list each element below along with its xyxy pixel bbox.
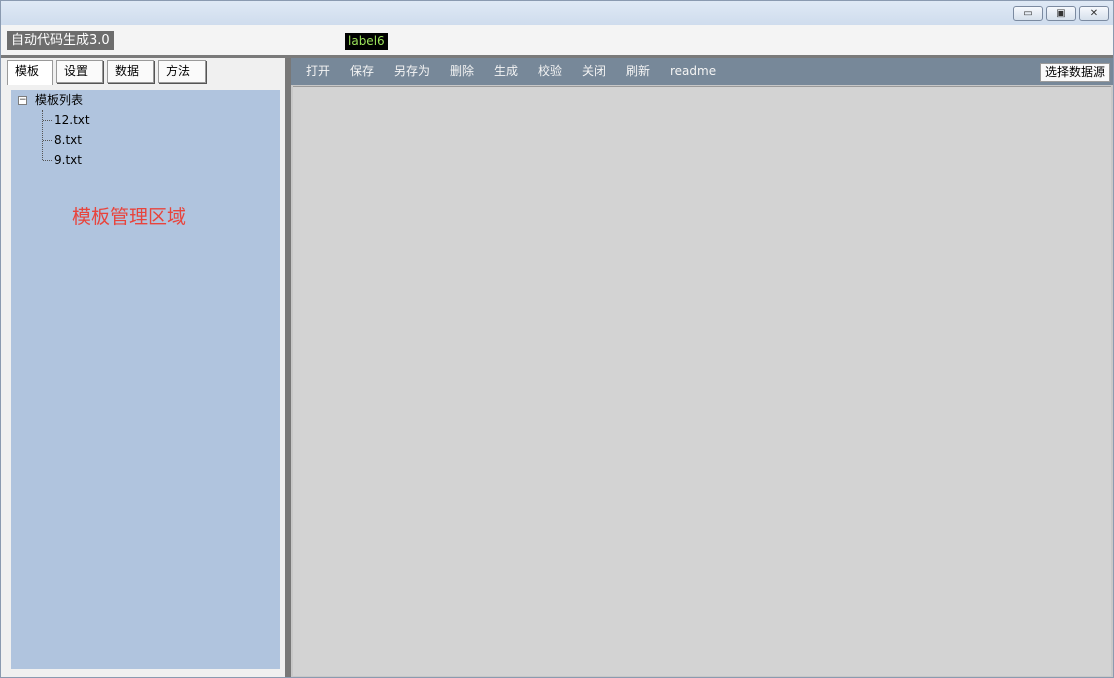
save-button[interactable]: 保存 xyxy=(350,64,374,79)
tree-item[interactable]: 8.txt xyxy=(54,133,82,147)
left-pane: 模板 设置 数据 方法 − 模板列表 12.txt 8.txt 9.txt 模板… xyxy=(5,58,285,675)
maximize-button[interactable]: ▣ xyxy=(1046,6,1076,21)
tab-methods[interactable]: 方法 xyxy=(158,60,206,83)
open-button[interactable]: 打开 xyxy=(306,64,330,79)
validate-button[interactable]: 校验 xyxy=(538,64,562,79)
tree-item[interactable]: 12.txt xyxy=(54,113,90,127)
tab-strip: 模板 设置 数据 方法 xyxy=(5,60,285,85)
close-file-button[interactable]: 关闭 xyxy=(582,64,606,79)
refresh-button[interactable]: 刷新 xyxy=(626,64,650,79)
tab-label: 数据 xyxy=(115,64,140,78)
tree-connector-line xyxy=(42,110,43,160)
tab-data[interactable]: 数据 xyxy=(107,60,154,83)
app-window: ▭ ▣ ✕ 自动代码生成3.0 label6 模板 设置 数据 方法 − 模板列… xyxy=(0,0,1114,678)
generate-button[interactable]: 生成 xyxy=(494,64,518,79)
header-bar: 自动代码生成3.0 label6 xyxy=(1,25,1113,55)
tab-settings[interactable]: 设置 xyxy=(56,60,103,83)
template-tree-panel: − 模板列表 12.txt 8.txt 9.txt 模板管理区域 xyxy=(11,90,280,669)
toolbar: 打开 保存 另存为 删除 生成 校验 关闭 刷新 readme 选择数据源 xyxy=(291,58,1113,85)
tree-item[interactable]: 9.txt xyxy=(54,153,82,167)
select-data-source-button[interactable]: 选择数据源 xyxy=(1039,63,1110,82)
maximize-icon: ▣ xyxy=(1056,8,1066,19)
collapse-icon[interactable]: − xyxy=(18,96,27,105)
readme-button[interactable]: readme xyxy=(670,64,716,79)
tab-label: 模板 xyxy=(15,64,40,78)
right-pane: 打开 保存 另存为 删除 生成 校验 关闭 刷新 readme 选择数据源 xyxy=(291,58,1113,677)
delete-button[interactable]: 删除 xyxy=(450,64,474,79)
close-icon: ✕ xyxy=(1089,8,1099,19)
tab-template[interactable]: 模板 xyxy=(7,60,53,85)
editor-area[interactable] xyxy=(293,86,1111,676)
tree-connector-line xyxy=(43,120,52,121)
minimize-icon: ▭ xyxy=(1023,8,1033,19)
status-label: label6 xyxy=(345,33,388,50)
tree-root-label[interactable]: 模板列表 xyxy=(35,93,83,107)
tree-connector-line xyxy=(43,140,52,141)
save-as-button[interactable]: 另存为 xyxy=(394,64,430,79)
template-area-label: 模板管理区域 xyxy=(72,206,187,228)
close-button[interactable]: ✕ xyxy=(1079,6,1109,21)
tab-label: 设置 xyxy=(64,64,89,78)
app-title: 自动代码生成3.0 xyxy=(7,31,114,50)
title-bar[interactable]: ▭ ▣ ✕ xyxy=(1,1,1113,25)
tree-connector-line xyxy=(43,160,52,161)
minimize-button[interactable]: ▭ xyxy=(1013,6,1043,21)
tab-label: 方法 xyxy=(166,64,191,78)
